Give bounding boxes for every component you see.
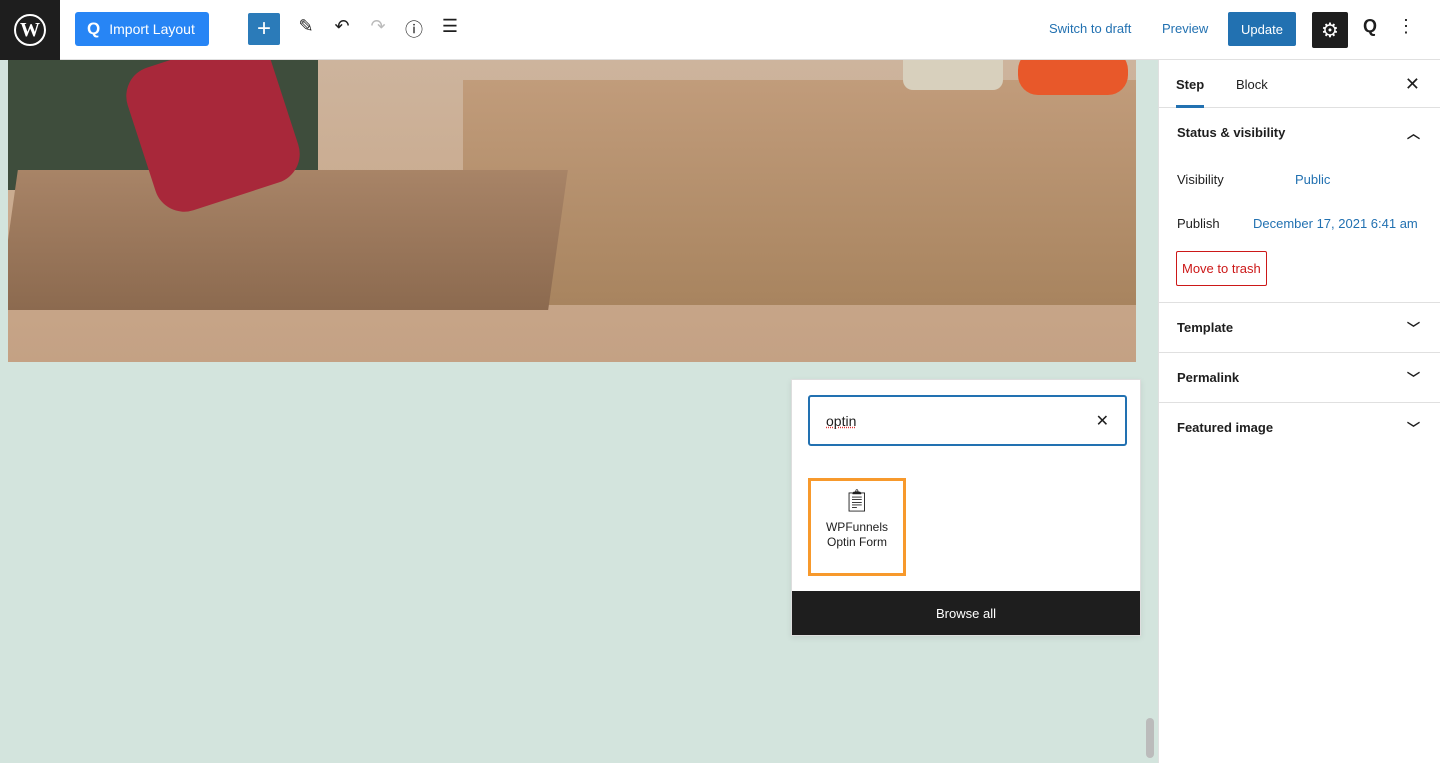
publish-label: Publish xyxy=(1177,215,1220,231)
undo-icon[interactable]: ↶ xyxy=(330,16,354,42)
panel-title: Permalink xyxy=(1177,370,1240,385)
qubely-icon[interactable]: Q xyxy=(1358,16,1382,42)
template-panel[interactable]: Template ﹀ xyxy=(1159,303,1440,352)
wordpress-logo-button[interactable]: W xyxy=(0,0,60,60)
block-search-input[interactable]: optin ✕ xyxy=(808,395,1127,446)
more-options-icon[interactable]: ⋮ xyxy=(1394,16,1418,42)
import-layout-button[interactable]: Q Import Layout xyxy=(75,12,209,46)
import-layout-label: Import Layout xyxy=(109,21,195,37)
block-inserter-popover: optin ✕ 📋︎ WPFunnels Optin Form Browse a… xyxy=(791,379,1141,636)
move-to-trash-button[interactable]: Move to trash xyxy=(1176,251,1267,286)
list-view-icon[interactable]: ☰ xyxy=(438,16,462,42)
chevron-up-icon: ︿ xyxy=(1406,126,1420,141)
top-toolbar: W Q Import Layout + ✎ ↶ ↷ ⓘ ☰ Switch to d… xyxy=(0,0,1440,60)
block-result-wpfunnels-optin-form[interactable]: 📋︎ WPFunnels Optin Form xyxy=(808,478,906,576)
pencil-icon[interactable]: ✎ xyxy=(294,16,318,42)
featured-image-panel[interactable]: Featured image ﹀ xyxy=(1159,403,1440,452)
info-icon[interactable]: ⓘ xyxy=(402,16,426,42)
switch-to-draft-button[interactable]: Switch to draft xyxy=(1049,21,1131,36)
panel-title: Template xyxy=(1177,320,1234,335)
tab-block[interactable]: Block xyxy=(1236,77,1268,92)
chevron-down-icon: ﹀ xyxy=(1406,321,1420,336)
panel-title: Status & visibility xyxy=(1177,125,1286,140)
status-visibility-panel: Status & visibility ︿ Visibility Public Pu… xyxy=(1159,108,1440,303)
qubely-icon: Q xyxy=(87,19,101,38)
block-result-label: WPFunnels Optin Form xyxy=(825,520,889,549)
tab-step[interactable]: Step xyxy=(1176,77,1205,108)
status-visibility-toggle[interactable]: Status & visibility ︿ xyxy=(1159,108,1440,157)
clear-search-icon[interactable]: ✕ xyxy=(1096,411,1109,431)
visibility-label: Visibility xyxy=(1177,171,1224,187)
panel-title: Featured image xyxy=(1177,420,1274,435)
settings-gear-icon[interactable]: ⚙ xyxy=(1312,12,1348,48)
product-image[interactable] xyxy=(8,60,1136,362)
permalink-panel[interactable]: Permalink ﹀ xyxy=(1159,353,1440,402)
search-value: optin xyxy=(826,412,857,429)
browse-all-button[interactable]: Browse all xyxy=(792,591,1140,635)
update-button[interactable]: Update xyxy=(1228,12,1296,46)
publish-date[interactable]: December 17, 2021 6:41 am xyxy=(1253,216,1418,231)
image-rock xyxy=(8,170,568,310)
preview-button[interactable]: Preview xyxy=(1162,21,1208,36)
chevron-down-icon: ﹀ xyxy=(1406,421,1420,436)
settings-sidebar: Step Block ✕ Status & visibility ︿ Visibi… xyxy=(1158,60,1440,763)
form-icon: 📋︎ xyxy=(843,488,871,513)
chevron-down-icon: ﹀ xyxy=(1406,371,1420,386)
close-icon[interactable]: ✕ xyxy=(1405,74,1420,95)
scrollbar[interactable] xyxy=(1146,718,1154,758)
image-jar xyxy=(1018,60,1128,95)
redo-icon[interactable]: ↷ xyxy=(366,16,390,42)
wordpress-icon: W xyxy=(14,14,46,46)
image-jar xyxy=(903,60,1003,90)
add-block-button[interactable]: + xyxy=(248,13,280,45)
visibility-value[interactable]: Public xyxy=(1295,172,1330,187)
